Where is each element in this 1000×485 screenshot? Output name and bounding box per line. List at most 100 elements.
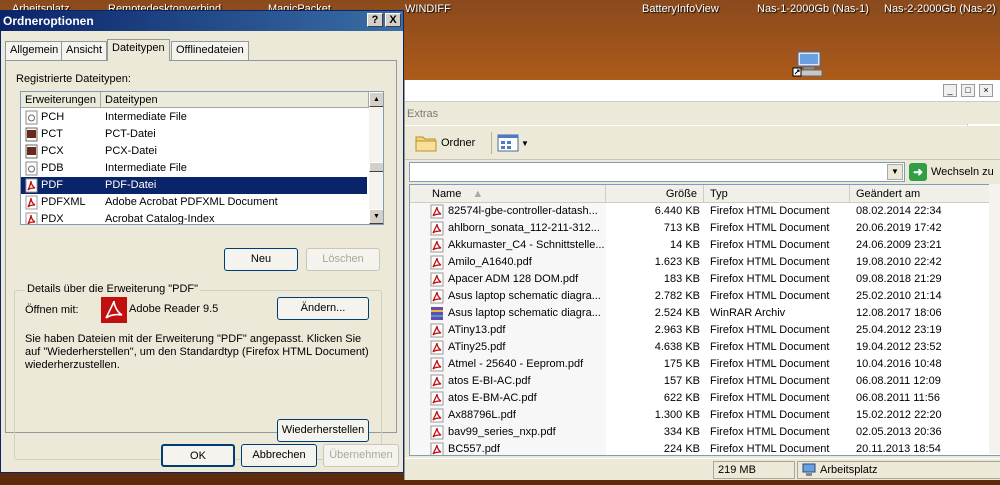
list-item[interactable]: PCX PCX-Datei bbox=[21, 143, 367, 160]
tab-offlinedateien[interactable]: Offlinedateien bbox=[171, 41, 249, 60]
explorer-titlebar[interactable]: _ □ × bbox=[405, 80, 1000, 102]
table-row[interactable]: atos E-BI-AC.pdf 157 KB Firefox HTML Docum… bbox=[410, 373, 1000, 390]
file-modified: 12.08.2017 18:06 bbox=[856, 307, 942, 319]
desktop-label-windiff[interactable]: WINDIFF bbox=[405, 3, 451, 15]
pdf-file-icon bbox=[430, 289, 444, 304]
list-item[interactable]: PCT PCT-Datei bbox=[21, 126, 367, 143]
list-item[interactable]: PDB Intermediate File bbox=[21, 160, 367, 177]
file-name: ahlborn_sonata_112-211-312... bbox=[448, 222, 600, 234]
column-modified[interactable]: Geändert am bbox=[850, 185, 990, 203]
table-row[interactable]: Atmel - 25640 - Eeprom.pdf 175 KB Firefox … bbox=[410, 356, 1000, 373]
views-icon bbox=[497, 134, 519, 152]
go-button[interactable]: ➜ Wechseln zu bbox=[909, 163, 994, 181]
list-item[interactable]: PDX Acrobat Catalog-Index bbox=[21, 211, 367, 225]
filetype-extension: PDX bbox=[41, 213, 64, 225]
filetypes-scrollbar[interactable]: ▲ ▼ bbox=[369, 92, 383, 224]
scroll-up-button[interactable]: ▲ bbox=[369, 92, 383, 107]
table-row[interactable]: ATiny13.pdf 2.963 KB Firefox HTML Document… bbox=[410, 322, 1000, 339]
table-row[interactable]: bav99_series_nxp.pdf 334 KB Firefox HTML D… bbox=[410, 424, 1000, 441]
ok-button[interactable]: OK bbox=[161, 444, 235, 467]
menu-extras[interactable]: Extras bbox=[407, 108, 438, 120]
file-size: 6.440 KB bbox=[654, 205, 700, 217]
address-dropdown-button[interactable]: ▼ bbox=[887, 164, 903, 180]
scroll-thumb[interactable] bbox=[369, 162, 383, 172]
filetypes-list[interactable]: Erweiterungen Dateitypen PCH Intermediate… bbox=[20, 91, 384, 225]
pdf-file-icon bbox=[430, 357, 444, 372]
filetype-extension: PCX bbox=[41, 145, 64, 157]
table-row[interactable]: Asus laptop schematic diagra... 2.782 KB F… bbox=[410, 288, 1000, 305]
tab-dateitypen[interactable]: Dateitypen bbox=[107, 39, 170, 61]
table-row[interactable]: Apacer ADM 128 DOM.pdf 183 KB Firefox HTML… bbox=[410, 271, 1000, 288]
folders-button[interactable]: Ordner bbox=[415, 133, 475, 153]
table-row[interactable]: Akkumaster_C4 - Schnittstelle... 14 KB Fir… bbox=[410, 237, 1000, 254]
dialog-titlebar[interactable]: Ordneroptionen ? X bbox=[1, 11, 403, 31]
filetype-extension: PCH bbox=[41, 111, 65, 123]
scroll-down-button[interactable]: ▼ bbox=[369, 209, 383, 224]
file-type: Firefox HTML Document bbox=[710, 290, 830, 302]
file-modified: 08.02.2014 22:34 bbox=[856, 205, 942, 217]
file-modified: 15.02.2012 22:20 bbox=[856, 409, 942, 421]
column-name[interactable]: Name ▲ bbox=[426, 185, 606, 203]
list-item[interactable]: PCH Intermediate File bbox=[21, 109, 367, 126]
list-item[interactable]: PDF PDF-Datei bbox=[21, 177, 367, 194]
file-type: Firefox HTML Document bbox=[710, 426, 830, 438]
file-size: 334 KB bbox=[663, 426, 700, 438]
file-name: Asus laptop schematic diagra... bbox=[448, 290, 601, 302]
address-input[interactable]: ▼ bbox=[409, 162, 905, 182]
file-list: Name ▲ Größe Typ Geändert am 82574l-gbe-… bbox=[409, 184, 1000, 456]
close-button[interactable]: × bbox=[979, 84, 993, 97]
file-type: Firefox HTML Document bbox=[710, 273, 830, 285]
file-modified: 24.06.2009 23:21 bbox=[856, 239, 942, 251]
network-drive-icon[interactable] bbox=[792, 48, 826, 80]
maximize-button[interactable]: □ bbox=[961, 84, 975, 97]
column-extension[interactable]: Erweiterungen bbox=[21, 92, 101, 108]
apply-button[interactable]: Übernehmen bbox=[323, 444, 399, 467]
views-button[interactable]: ▼ bbox=[497, 133, 531, 153]
computer-icon bbox=[802, 463, 816, 476]
file-size: 713 KB bbox=[663, 222, 700, 234]
table-row[interactable]: atos E-BM-AC.pdf 622 KB Firefox HTML Docum… bbox=[410, 390, 1000, 407]
table-row[interactable]: Amilo_A1640.pdf 1.623 KB Firefox HTML Docu… bbox=[410, 254, 1000, 271]
file-name: Akkumaster_C4 - Schnittstelle... bbox=[448, 239, 605, 251]
winrar-archive-icon bbox=[431, 307, 443, 320]
cancel-button[interactable]: Abbrechen bbox=[241, 444, 317, 467]
restore-button[interactable]: Wiederherstellen bbox=[277, 419, 369, 442]
column-type[interactable]: Typ bbox=[704, 185, 850, 203]
toolbar: Ordner ▼ bbox=[405, 126, 1000, 160]
minimize-button[interactable]: _ bbox=[943, 84, 957, 97]
column-size[interactable]: Größe bbox=[606, 185, 704, 203]
dialog-close-button[interactable]: X bbox=[385, 13, 401, 27]
delete-button[interactable]: Löschen bbox=[306, 248, 380, 271]
desktop-label-nas1[interactable]: Nas-1-2000Gb (Nas-1) bbox=[757, 3, 869, 15]
table-row[interactable]: 82574l-gbe-controller-datash... 6.440 KB F… bbox=[410, 203, 1000, 220]
file-list-scrollbar[interactable] bbox=[989, 184, 1000, 454]
column-filetype[interactable]: Dateitypen bbox=[101, 92, 369, 108]
adobe-reader-icon bbox=[101, 297, 127, 323]
pdf-file-icon bbox=[430, 425, 444, 440]
list-item[interactable]: PDFXML Adobe Acrobat PDFXML Document bbox=[21, 194, 367, 211]
desktop-label-batteryinfo[interactable]: BatteryInfoView bbox=[642, 3, 719, 15]
table-row[interactable]: ahlborn_sonata_112-211-312... 713 KB Firef… bbox=[410, 220, 1000, 237]
image-file-icon bbox=[25, 127, 38, 142]
pdf-file-icon bbox=[430, 408, 444, 423]
file-type: Firefox HTML Document bbox=[710, 358, 830, 370]
file-name: atos E-BM-AC.pdf bbox=[448, 392, 537, 404]
tab-ansicht[interactable]: Ansicht bbox=[61, 41, 108, 60]
tab-allgemein[interactable]: Allgemein bbox=[5, 41, 64, 60]
new-button[interactable]: Neu bbox=[224, 248, 298, 271]
table-row[interactable]: Ax88796L.pdf 1.300 KB Firefox HTML Documen… bbox=[410, 407, 1000, 424]
table-row[interactable]: Asus laptop schematic diagra... 2.524 KB W… bbox=[410, 305, 1000, 322]
pdf-file-icon bbox=[430, 391, 444, 406]
pdf-file-icon bbox=[430, 323, 444, 338]
desktop-label-nas2[interactable]: Nas-2-2000Gb (Nas-2) bbox=[884, 3, 996, 15]
folders-label: Ordner bbox=[441, 137, 476, 149]
status-size: 219 MB bbox=[713, 461, 795, 479]
table-row[interactable]: BC557.pdf 224 KB Firefox HTML Document 20.1… bbox=[410, 441, 1000, 455]
change-button[interactable]: Ändern... bbox=[277, 297, 369, 320]
help-button[interactable]: ? bbox=[367, 13, 383, 27]
pdf-file-icon bbox=[25, 178, 38, 193]
address-bar: ▼ ➜ Wechseln zu bbox=[405, 160, 1000, 184]
pdf-file-icon bbox=[430, 340, 444, 355]
file-modified: 02.05.2013 20:36 bbox=[856, 426, 942, 438]
table-row[interactable]: ATiny25.pdf 4.638 KB Firefox HTML Document… bbox=[410, 339, 1000, 356]
